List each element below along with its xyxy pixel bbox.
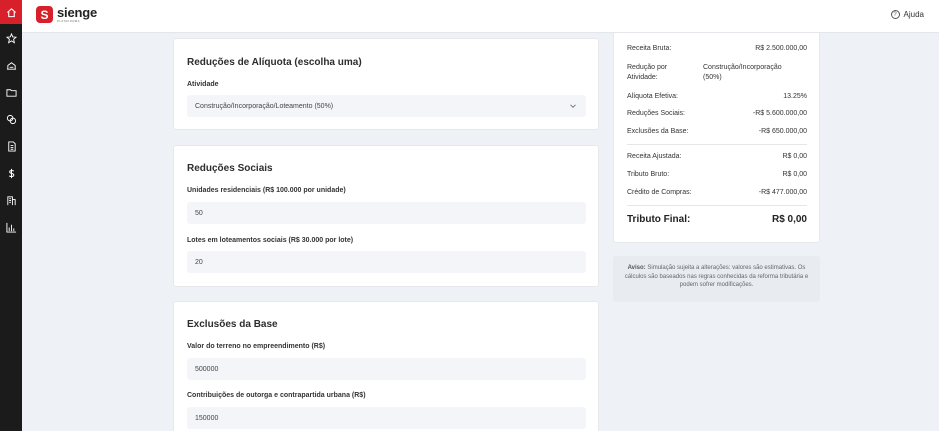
nav-finance[interactable] (0, 106, 22, 133)
sociais-title: Reduções Sociais (187, 163, 273, 174)
activity-select[interactable]: Construção/Incorporação/Loteamento (50%) (187, 95, 586, 117)
aliquota-efetiva-value: 13.25% (783, 93, 807, 100)
nav-home[interactable] (0, 0, 22, 24)
units-label: Unidades residenciais (R$ 100.000 por un… (187, 187, 346, 194)
exclusoes-title: Exclusões da Base (187, 319, 278, 330)
disclaimer-notice: Aviso: Simulação sujeita a alterações: v… (613, 256, 820, 302)
aliquota-efetiva-label: Alíquota Efetiva: (627, 93, 678, 100)
help-icon: ? (890, 10, 900, 19)
land-value-label: Valor do terreno no empreendimento (R$) (187, 343, 326, 350)
document-icon (7, 141, 16, 152)
help-button[interactable]: ? Ajuda (890, 10, 924, 19)
reducao-label-1: Redução por (627, 64, 668, 71)
reducoes-sociais-value: -R$ 5.600.000,00 (752, 110, 807, 117)
activity-value: Construção/Incorporação/Loteamento (50%) (195, 102, 334, 110)
exclusoes-card: Exclusões da Base Valor do terreno no em… (173, 301, 599, 431)
sienge-logo[interactable]: S sienge PLATAFORMA (36, 6, 97, 23)
lots-input[interactable]: 20 (187, 251, 586, 273)
units-input[interactable]: 50 (187, 202, 586, 224)
summary-divider (627, 205, 807, 206)
activity-label: Atividade (187, 81, 219, 88)
notice-text: Simulação sujeita a alterações: valores … (624, 265, 809, 288)
nav-documents[interactable] (0, 133, 22, 160)
sociais-card: Reduções Sociais Unidades residenciais (… (173, 145, 599, 287)
home-icon (6, 7, 16, 17)
summary-divider (627, 144, 807, 145)
credito-compras-value: -R$ 477.000,00 (758, 189, 807, 196)
lots-value: 20 (195, 258, 203, 266)
logo-name: sienge (57, 4, 97, 20)
coins-icon (6, 114, 16, 125)
star-icon (5, 33, 17, 44)
nav-payments[interactable] (0, 160, 22, 187)
contrib-value: 150000 (195, 414, 219, 422)
exclusoes-base-value: -R$ 650.000,00 (758, 128, 807, 135)
folder-icon (5, 89, 17, 97)
top-bar: S sienge PLATAFORMA ? Ajuda (22, 0, 939, 33)
aliquota-card: Reduções de Alíquota (escolha uma) Ativi… (173, 38, 599, 130)
nav-building[interactable] (0, 52, 22, 79)
credito-compras-label: Crédito de Compras: (627, 189, 692, 196)
receita-ajustada-label: Receita Ajustada: (627, 153, 682, 160)
logo-subtitle: PLATAFORMA (57, 18, 80, 23)
building-icon (6, 62, 16, 70)
exclusoes-base-label: Exclusões da Base: (627, 128, 689, 135)
receita-bruta-value: R$ 2.500.000,00 (755, 45, 807, 52)
tributo-final-value: R$ 0,00 (771, 214, 807, 225)
nav-offices[interactable] (0, 187, 22, 214)
lots-label: Lotes em loteamentos sociais (R$ 30.000 … (187, 237, 354, 244)
tributo-bruto-label: Tributo Bruto: (627, 171, 670, 178)
chevron-down-icon (570, 104, 576, 109)
units-value: 50 (195, 209, 203, 217)
tributo-bruto-value: R$ 0,00 (782, 171, 807, 178)
summary-reducao-atividade: Redução por Atividade: Construção/Incorp… (627, 63, 807, 85)
reducao-label-2: Atividade: (627, 74, 658, 81)
logo-mark: S (36, 6, 53, 23)
office-icon (6, 196, 16, 206)
reducao-value-1: Construção/Incorporação (703, 64, 782, 71)
tributo-final-label: Tributo Final: (627, 214, 691, 225)
reducoes-sociais-label: Reduções Sociais: (627, 110, 685, 117)
nav-reports[interactable] (0, 214, 22, 241)
receita-ajustada-value: R$ 0,00 (782, 153, 807, 160)
receita-bruta-label: Receita Bruta: (627, 45, 672, 52)
contrib-label: Contribuições de outorga e contrapartida… (187, 392, 366, 399)
aliquota-title: Reduções de Alíquota (escolha uma) (187, 57, 362, 68)
bar-chart-icon (5, 222, 16, 233)
dollar-icon (8, 168, 14, 179)
land-value: 500000 (195, 365, 219, 373)
side-nav (0, 0, 22, 431)
summary-card: Receita Bruta: R$ 2.500.000,00 Redução p… (613, 33, 820, 243)
reducao-value-2: (50%) (703, 74, 722, 81)
nav-favorites[interactable] (0, 25, 22, 52)
contrib-input[interactable]: 150000 (187, 407, 586, 429)
help-label: Ajuda (903, 10, 924, 19)
land-value-input[interactable]: 500000 (187, 358, 586, 380)
nav-folder[interactable] (0, 79, 22, 106)
notice-label: Aviso: (627, 265, 646, 271)
summary-tributo-final: Tributo Final: R$ 0,00 (627, 214, 807, 225)
